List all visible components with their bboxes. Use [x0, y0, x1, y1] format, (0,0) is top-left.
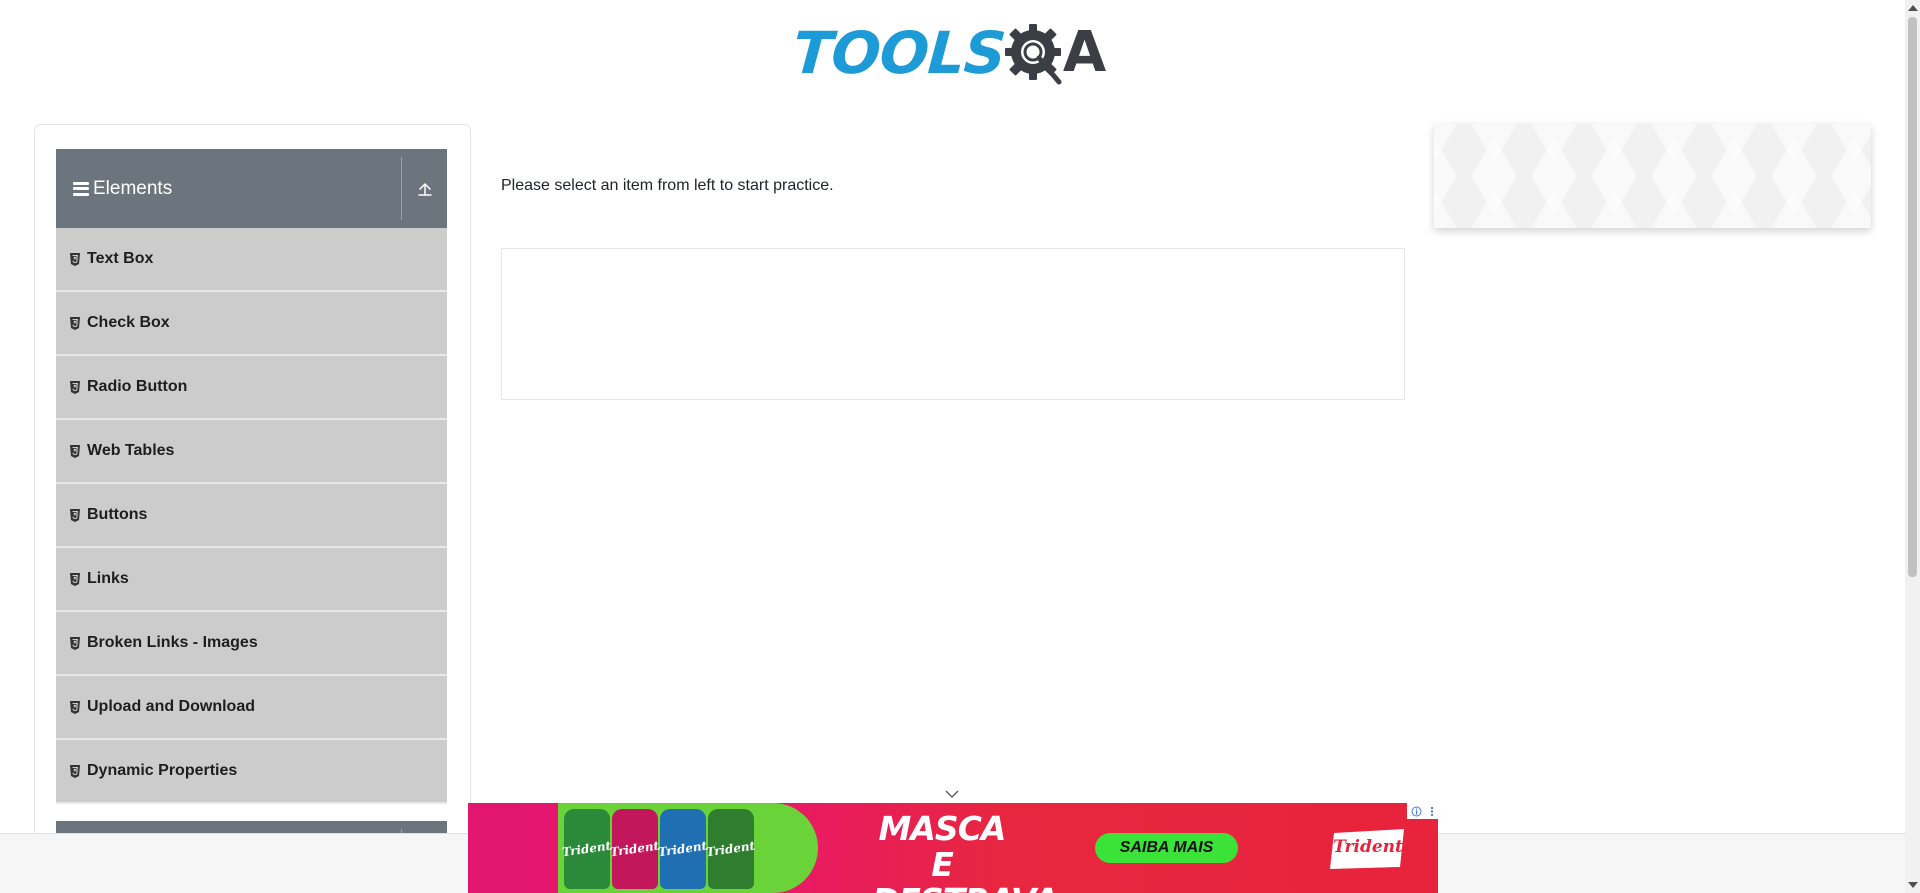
brand-logo: Trident [1330, 827, 1406, 871]
sidebar-item-broken-links-images[interactable]: Broken Links - Images [56, 612, 447, 676]
toolsqa-logo[interactable]: TOOLS A [790, 15, 1107, 90]
sidebar-item-links[interactable]: Links [56, 548, 447, 612]
info-icon[interactable] [1411, 806, 1422, 817]
sidebar-item-label: Text Box [87, 250, 154, 267]
sidebar-item-check-box[interactable]: Check Box [56, 292, 447, 356]
page-scrollbar[interactable] [1905, 0, 1920, 893]
product-pack: Trident [706, 809, 756, 889]
html5-icon [70, 764, 80, 778]
html5-icon [70, 508, 80, 522]
sidebar-item-label: Upload and Download [87, 698, 255, 715]
saiba-mais-button[interactable]: SAIBA MAIS [1095, 833, 1238, 863]
html5-icon [70, 636, 80, 650]
group-header-elements[interactable]: Elements [56, 149, 447, 228]
product-packs: Trident Trident Trident Trident [562, 809, 756, 889]
scroll-up-arrow-icon[interactable] [1908, 5, 1918, 11]
adchoices[interactable] [1407, 803, 1438, 819]
gear-magnifier-icon [1004, 23, 1062, 84]
site-header: TOOLS A [0, 0, 1905, 100]
sidebar-item-text-box[interactable]: Text Box [56, 228, 447, 292]
kebab-icon[interactable] [1430, 806, 1434, 817]
sidebar-item-buttons[interactable]: Buttons [56, 484, 447, 548]
product-pack: Trident [658, 809, 708, 889]
chevron-down-icon[interactable] [944, 788, 960, 800]
product-pack: Trident [562, 809, 612, 889]
group-title: Elements [93, 177, 173, 199]
sidebar-item-dynamic-properties[interactable]: Dynamic Properties [56, 740, 447, 804]
banner-ad[interactable]: Trident Trident Trident Trident MASCA E … [468, 803, 1438, 893]
html5-icon [70, 252, 80, 266]
html5-icon [70, 572, 80, 586]
collapse-up-icon[interactable] [417, 181, 433, 197]
logo-text-a: A [1062, 20, 1107, 85]
sidebar-item-label: Broken Links - Images [87, 634, 258, 651]
content-area [501, 248, 1405, 400]
sidebar-item-radio-button[interactable]: Radio Button [56, 356, 447, 420]
sidebar-item-label: Links [87, 570, 129, 587]
logo-text-tools: TOOLS [790, 18, 1008, 87]
header-divider [401, 157, 402, 220]
html5-icon [70, 444, 80, 458]
product-pack: Trident [610, 809, 660, 889]
sidebar-item-label: Buttons [87, 506, 148, 523]
hamburger-icon [73, 181, 89, 196]
sidebar-item-label: Web Tables [87, 442, 175, 459]
html5-icon [70, 380, 80, 394]
sidebar-item-label: Dynamic Properties [87, 762, 238, 779]
instruction-text: Please select an item from left to start… [501, 177, 834, 194]
html5-icon [70, 316, 80, 330]
banner-slogan: MASCA E DESTRAVA [872, 809, 1059, 893]
sidebar-item-label: Check Box [87, 314, 170, 331]
right-ad-placeholder [1434, 124, 1871, 228]
scroll-down-arrow-icon[interactable] [1908, 882, 1918, 888]
sidebar-menu-list: Text Box Check Box Radio Button Web Tabl… [56, 228, 447, 804]
scrollbar-thumb[interactable] [1908, 17, 1917, 577]
html5-icon [70, 700, 80, 714]
sidebar-item-upload-and-download[interactable]: Upload and Download [56, 676, 447, 740]
sidebar-panel: Elements Text Box Check Box Radio Button… [34, 124, 471, 893]
sidebar-item-web-tables[interactable]: Web Tables [56, 420, 447, 484]
sidebar-item-label: Radio Button [87, 378, 188, 395]
